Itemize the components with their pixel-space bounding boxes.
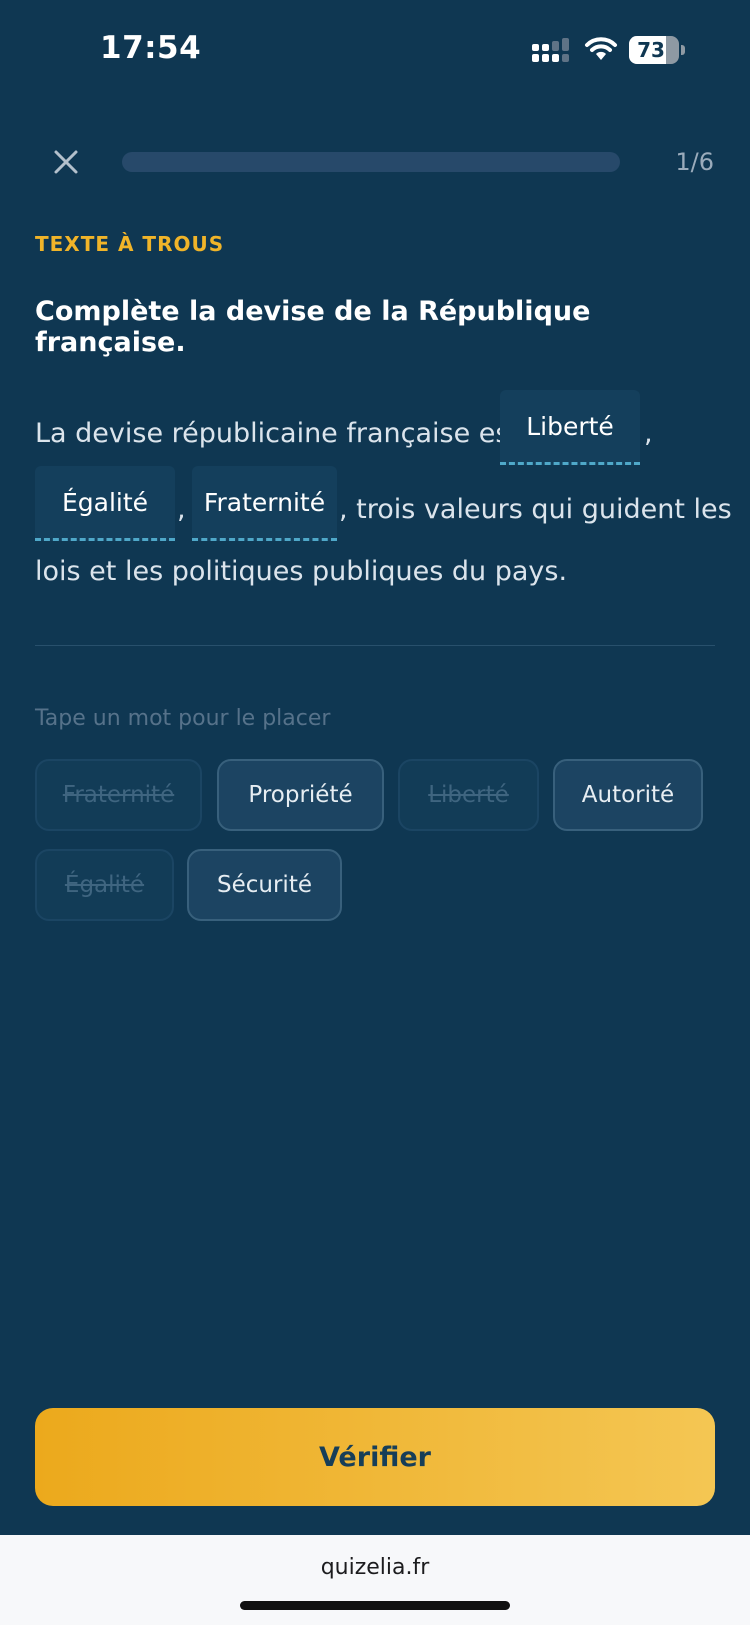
word-chip-egalite[interactable]: Égalité [35,849,174,921]
fill-in-sentence: La devise républicaine française est Lib… [35,0,732,620]
sentence-text: La devise républicaine française est [35,418,521,449]
word-chip-propriete[interactable]: Propriété [217,759,384,831]
word-chip-autorite[interactable]: Autorité [553,759,703,831]
verify-button[interactable]: Vérifier [35,1408,715,1506]
word-chip-liberte[interactable]: Liberté [398,759,539,831]
browser-url[interactable]: quizelia.fr [0,1555,750,1580]
word-bank-hint: Tape un mot pour le placer [35,706,331,731]
sentence-comma: , [177,494,186,525]
browser-bar: quizelia.fr [0,1535,750,1625]
word-chip-securite[interactable]: Sécurité [187,849,342,921]
sentence-comma: , [644,418,653,449]
home-indicator[interactable] [240,1601,510,1610]
blank-1[interactable]: Liberté [500,390,640,465]
divider [35,645,715,646]
word-chip-fraternite[interactable]: Fraternité [35,759,202,831]
blank-2[interactable]: Égalité [35,466,175,541]
sentence-text: , trois valeurs qui guident les [339,494,732,525]
blank-3[interactable]: Fraternité [192,466,337,541]
sentence-text: lois et les politiques publiques du pays… [35,556,568,587]
